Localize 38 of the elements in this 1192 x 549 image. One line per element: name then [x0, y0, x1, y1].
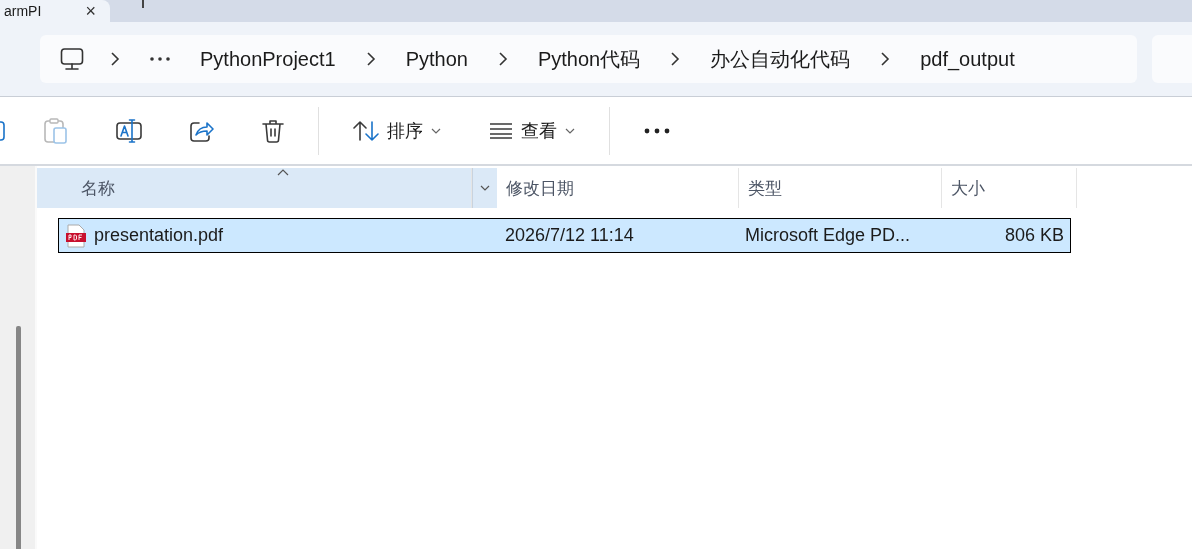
scrollbar-thumb[interactable] [16, 326, 21, 549]
sort-button[interactable]: 排序 [329, 110, 465, 151]
sort-icon [353, 119, 379, 142]
size-cell-text: 806 KB [1003, 225, 1065, 246]
rename-icon [116, 117, 142, 144]
breadcrumb-item[interactable]: PythonProject1 [170, 47, 366, 71]
column-header[interactable]: 类型 [739, 168, 942, 208]
breadcrumb-item[interactable]: pdf_output [890, 47, 1045, 71]
column-header[interactable]: 修改日期 [497, 168, 739, 208]
chevron-right-icon [880, 52, 891, 66]
chevron-right-icon [365, 52, 376, 66]
chevron-right-icon [110, 52, 120, 66]
delete-icon [262, 118, 284, 143]
close-tab-button[interactable]: × [85, 3, 96, 19]
chevron-right-icon [670, 52, 681, 66]
more-icon[interactable] [150, 57, 170, 61]
file-name: presentation.pdf [94, 225, 224, 246]
column-dropdown-button[interactable] [472, 168, 497, 208]
pdf-file-icon [66, 223, 86, 248]
breadcrumb-item[interactable]: Python [375, 47, 498, 71]
address-bar[interactable]: PythonProject1 Python Python代码 办公自动化代码 pdf_output [40, 35, 1137, 83]
more-icon [644, 127, 670, 134]
date-cell-text: 2026/7/12 11:14 [504, 225, 635, 246]
breadcrumb-item[interactable]: Python代码 [507, 45, 671, 73]
type-cell-text: Microsoft Edge PD... [744, 225, 912, 246]
computer-icon [60, 47, 84, 71]
breadcrumb-item[interactable]: 办公自动化代码 [680, 45, 881, 73]
list-view-icon [489, 122, 513, 139]
column-header[interactable]: 名称 [37, 168, 472, 208]
chevron-right-icon [497, 52, 508, 66]
share-icon [190, 119, 214, 142]
sort-ascending-icon [277, 169, 289, 176]
column-header[interactable]: 大小 [942, 168, 1077, 208]
paste-icon [44, 117, 68, 144]
view-button[interactable]: 查看 [465, 110, 599, 151]
file-row[interactable]: presentation.pdf 2026/7/12 11:14 Microsoft Edge PD... 806 KB [58, 218, 1071, 253]
chevron-down-icon [480, 185, 490, 191]
browser-tab[interactable]: armPI × [0, 0, 110, 22]
